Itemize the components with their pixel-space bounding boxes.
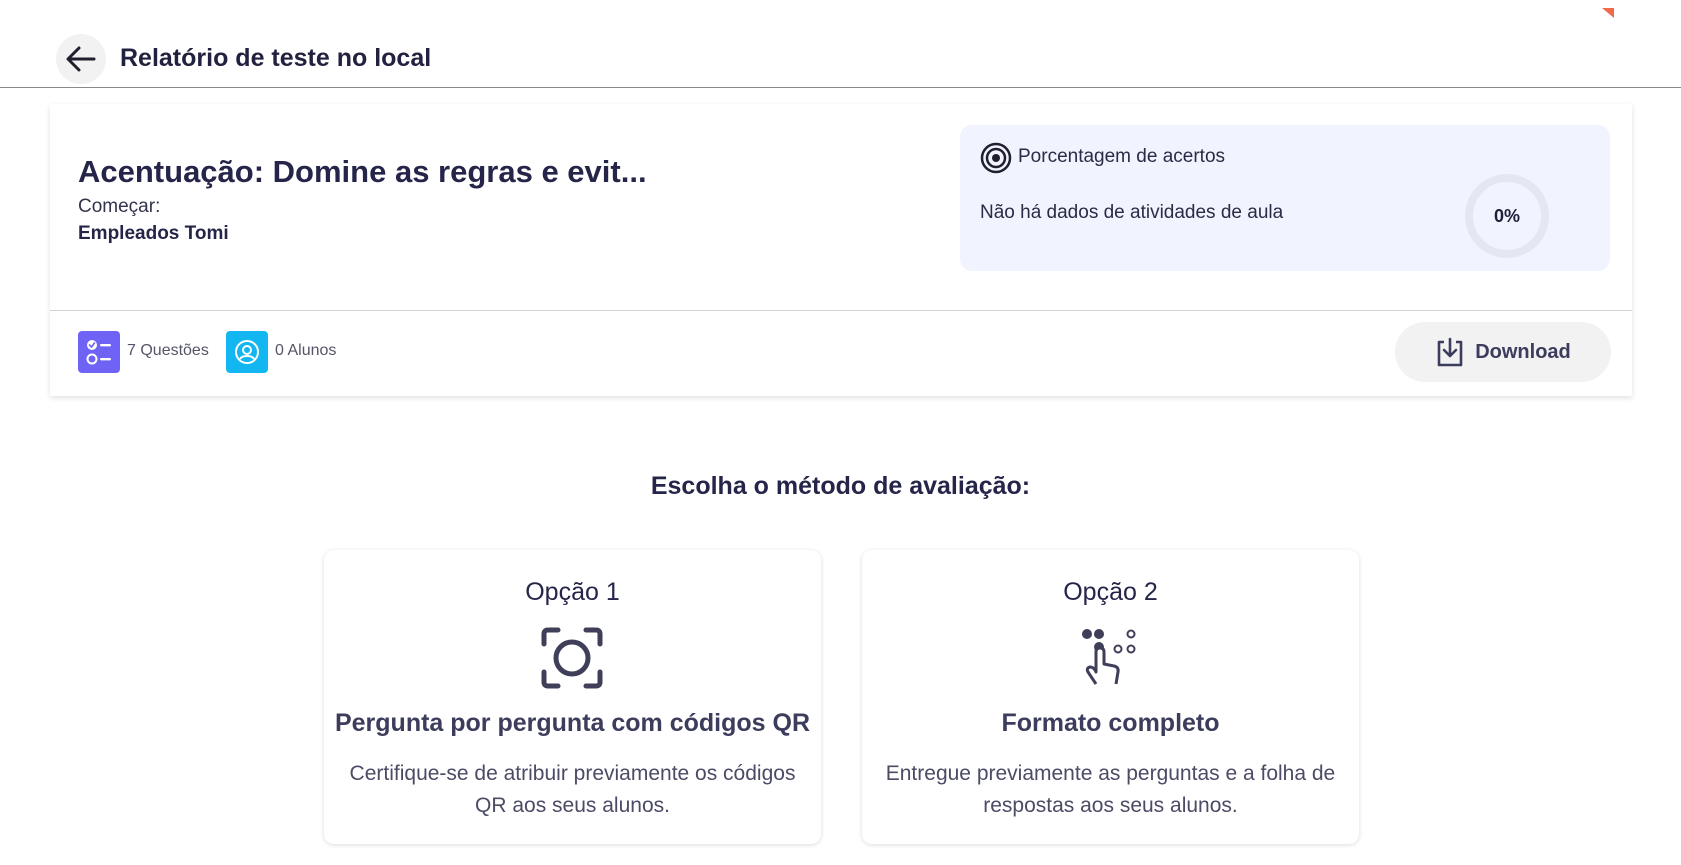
page-header: Relatório de teste no local xyxy=(0,0,1681,88)
accuracy-title: Porcentagem de acertos xyxy=(1018,146,1226,167)
students-count: 0 Alunos xyxy=(275,342,337,359)
qr-scan-icon xyxy=(541,627,603,689)
option-qr-card[interactable]: Opção 1 Pergunta por pergunta com código… xyxy=(324,550,821,844)
quiz-title: Acentuação: Domine as regras e evit... xyxy=(78,154,647,189)
accuracy-gauge: 0% xyxy=(1465,174,1549,258)
target-icon xyxy=(980,142,1012,174)
start-label: Começar: xyxy=(78,196,161,217)
hand-tap-icon xyxy=(1082,629,1136,685)
questions-count: 7 Questões xyxy=(127,342,209,359)
group-name: Empleados Tomi xyxy=(78,223,229,244)
option-label: Opção 2 xyxy=(1063,578,1158,606)
accuracy-value: 0% xyxy=(1493,205,1520,226)
corner-accent xyxy=(1602,8,1614,18)
accuracy-panel: Porcentagem de acertos Não há dados de a… xyxy=(960,125,1610,271)
quiz-summary-card: Acentuação: Domine as regras e evit... C… xyxy=(50,104,1632,396)
download-icon xyxy=(1437,337,1463,367)
option-label: Opção 1 xyxy=(525,578,620,606)
back-button[interactable] xyxy=(56,34,106,84)
arrow-left-icon xyxy=(66,46,96,72)
download-button[interactable]: Download xyxy=(1395,322,1611,382)
page-title: Relatório de teste no local xyxy=(120,44,432,72)
no-data-message: Não há dados de atividades de aula xyxy=(980,202,1284,223)
card-divider xyxy=(50,310,1632,311)
option-description: Certifique-se de atribuir previamente os… xyxy=(349,762,796,817)
option-title: Pergunta por pergunta com códigos QR xyxy=(334,709,811,737)
questions-icon xyxy=(78,331,120,373)
option-title: Formato completo xyxy=(1001,709,1220,737)
method-heading: Escolha o método de avaliação: xyxy=(650,472,1031,500)
download-label: Download xyxy=(1475,340,1571,363)
students-icon xyxy=(226,331,268,373)
option-description: Entregue previamente as perguntas e a fo… xyxy=(885,762,1336,817)
option-full-format-card[interactable]: Opção 2 Formato completo Entregue previa… xyxy=(862,550,1359,844)
